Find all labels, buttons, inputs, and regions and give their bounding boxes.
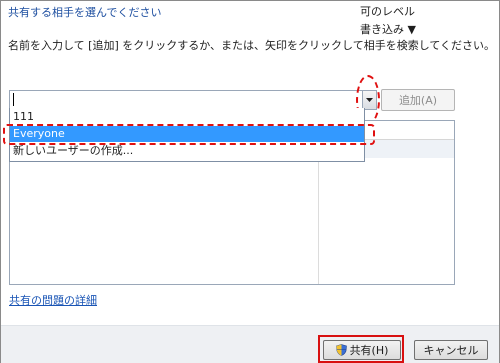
annotation-ring-everyone: [3, 124, 375, 145]
add-button[interactable]: 追加(A): [381, 89, 455, 111]
dialog-heading: 共有する相手を選んでください: [8, 6, 162, 19]
name-combobox[interactable]: [9, 90, 377, 110]
dropdown-item-111[interactable]: 111: [10, 109, 364, 125]
dropdown-item-create-user[interactable]: 新しいユーザーの作成...: [10, 143, 364, 159]
column-header-permission[interactable]: 可のレベル: [360, 3, 415, 19]
annotation-box-share: [318, 335, 404, 363]
text-caret: [13, 93, 14, 106]
sharing-problems-link[interactable]: 共有の問題の詳細: [9, 292, 97, 308]
cancel-button[interactable]: キャンセル: [414, 340, 488, 360]
instruction-text: 名前を入力して [追加] をクリックするか、または、矢印をクリックして相手を検索…: [8, 39, 496, 52]
permission-dropdown[interactable]: 書き込み ▼: [360, 21, 416, 37]
